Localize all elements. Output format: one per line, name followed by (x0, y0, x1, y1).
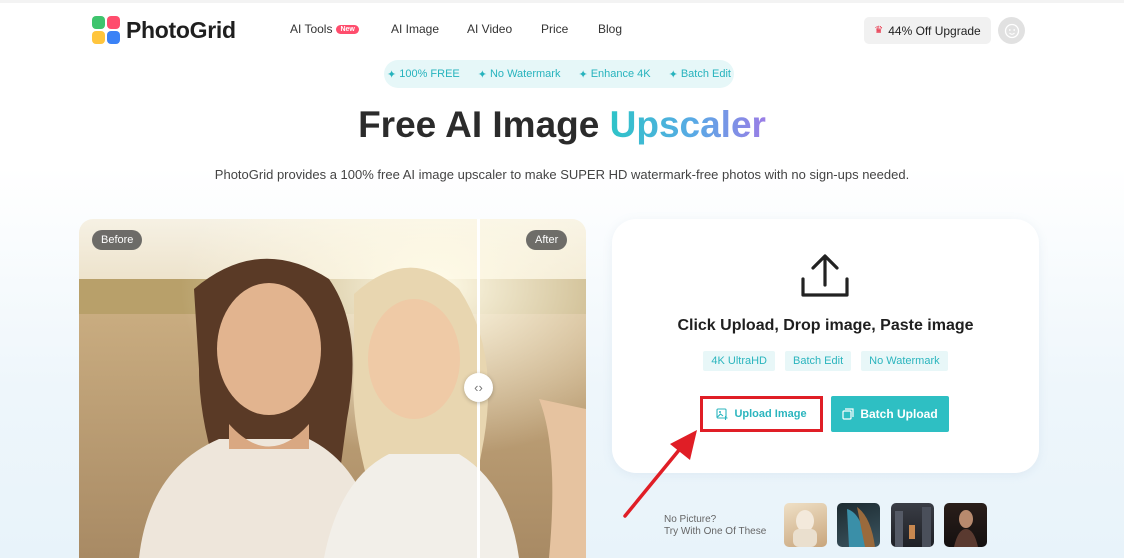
chevron-left-right-icon: ‹› (474, 380, 483, 395)
sample-thumbnail[interactable] (784, 503, 827, 547)
page-subtitle: PhotoGrid provides a 100% free AI image … (214, 167, 910, 182)
image-add-icon (716, 408, 728, 420)
user-avatar[interactable] (998, 17, 1025, 44)
photogrid-logo[interactable]: PhotoGrid (92, 16, 236, 44)
tag-4k: 4K UltraHD (703, 351, 775, 371)
logo-text: PhotoGrid (126, 16, 236, 43)
after-label: After (526, 230, 568, 250)
sparkle-icon: ✦ (668, 68, 678, 81)
before-after-comparison[interactable]: Before After ‹› (79, 219, 586, 558)
upgrade-label: 44% Off Upgrade (888, 23, 981, 38)
sample-thumbnail-image (847, 507, 875, 547)
upload-instructions: Click Upload, Drop image, Paste image (677, 317, 974, 334)
batch-upload-label: Batch Upload (860, 407, 938, 421)
feature-highlights: ✦ 100% FREE ✦ No Watermark ✦ Enhance 4K ✦ Ba… (384, 60, 734, 88)
face-icon (1004, 23, 1019, 38)
upload-tags: 4K UltraHD Batch Edit No Watermark (612, 351, 1039, 371)
upgrade-button[interactable]: ♛ 44% Off Upgrade (864, 17, 991, 44)
sparkle-icon: ✦ (387, 68, 397, 81)
sample-thumbnail[interactable] (891, 503, 934, 547)
feature-item: ✦ Batch Edit (669, 68, 731, 81)
top-border (0, 0, 1124, 3)
sample-thumbnail[interactable] (944, 503, 987, 547)
feature-label: No Watermark (489, 68, 561, 80)
page-title: Free AI Image Upscaler (0, 104, 1124, 146)
sample-thumbnail-image (793, 510, 817, 547)
title-accent: Upscaler (609, 104, 766, 145)
feature-item: ✦ 100% FREE (387, 68, 460, 81)
nav-ai-image[interactable]: AI Image (391, 22, 439, 36)
copy-icon (842, 408, 854, 420)
feature-label: 100% FREE (399, 68, 460, 80)
tag-no-watermark: No Watermark (861, 351, 948, 371)
nav-blog[interactable]: Blog (598, 22, 622, 36)
sample-thumbnail-image (954, 510, 978, 547)
upload-image-label: Upload Image (734, 408, 807, 420)
sample-thumbnail-image (895, 507, 931, 547)
feature-item: ✦ No Watermark (478, 68, 561, 81)
before-label: Before (92, 230, 143, 250)
nav-ai-video-label: AI Video (467, 22, 513, 36)
sparkle-icon: ✦ (477, 68, 487, 81)
sample-prompt-line1: No Picture? (664, 514, 717, 525)
feature-label: Batch Edit (680, 68, 731, 80)
sample-thumbnail[interactable] (837, 503, 880, 547)
sample-images-prompt: No Picture? Try With One Of These (664, 514, 766, 538)
crown-icon: ♛ (874, 25, 884, 36)
upload-image-button[interactable]: Upload Image (700, 396, 823, 432)
feature-item: ✦ Enhance 4K (578, 68, 650, 81)
nav-blog-label: Blog (598, 22, 623, 36)
nav-price[interactable]: Price (541, 22, 568, 36)
new-badge: New (336, 24, 359, 34)
batch-upload-button[interactable]: Batch Upload (831, 396, 949, 432)
red-arrow-annotation (623, 430, 697, 518)
nav-ai-tools-label: AI Tools (290, 22, 333, 36)
sparkle-icon: ✦ (578, 68, 588, 81)
nav-ai-tools[interactable]: AI Tools New (290, 22, 359, 36)
title-main: Free AI Image (358, 104, 600, 145)
sample-prompt-line2: Try With One Of These (664, 526, 767, 537)
nav-ai-image-label: AI Image (391, 22, 440, 36)
compare-slider-handle[interactable]: ‹› (464, 373, 493, 402)
nav-ai-video[interactable]: AI Video (467, 22, 512, 36)
sample-photo (79, 219, 586, 558)
upload-icon (801, 254, 849, 297)
photogrid-logo-icon (92, 16, 120, 44)
feature-label: Enhance 4K (590, 68, 651, 80)
tag-batch-edit: Batch Edit (784, 351, 852, 371)
nav-price-label: Price (541, 22, 569, 36)
